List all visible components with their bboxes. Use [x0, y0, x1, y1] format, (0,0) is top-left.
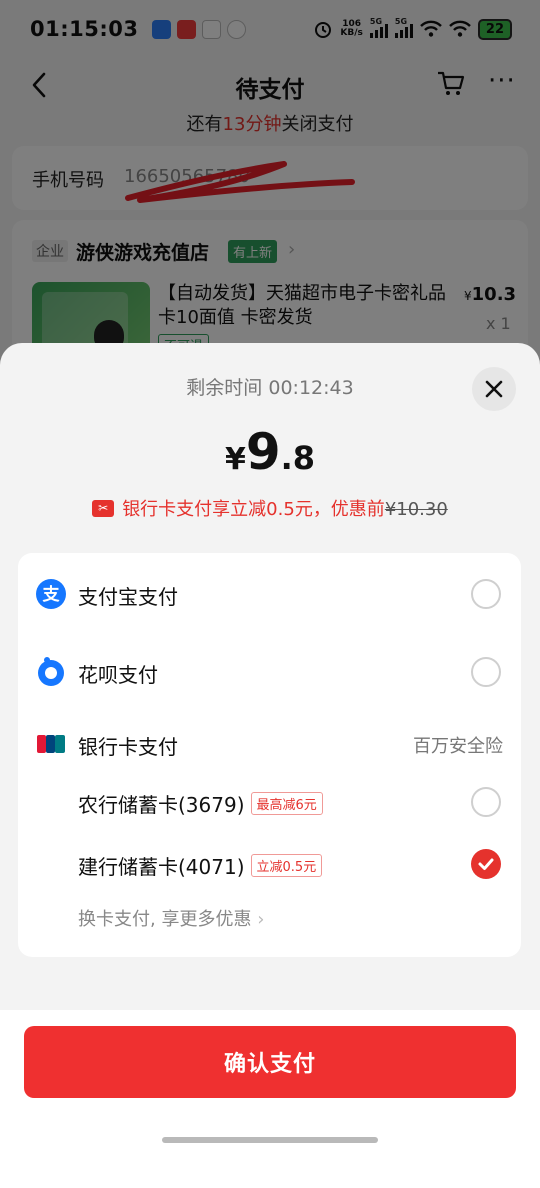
method-label: 支付宝支付: [78, 585, 178, 609]
close-icon: [485, 380, 503, 398]
close-button[interactable]: [472, 367, 516, 411]
coupon-icon: ✂: [92, 499, 115, 517]
card-radio[interactable]: [471, 787, 501, 817]
card-abc[interactable]: 农行储蓄卡(3679) 最高减6元: [18, 777, 521, 827]
method-bank-card: 银行卡支付 百万安全险: [18, 719, 521, 769]
payment-methods: 支 支付宝支付 花呗支付 银行卡支付 百万安全险 农行储蓄卡(3679) 最高减6…: [18, 553, 521, 957]
svg-text:支: 支: [43, 584, 61, 605]
card-radio-checked[interactable]: [471, 849, 501, 879]
method-alipay[interactable]: 支 支付宝支付: [18, 569, 521, 619]
card-promo-tag: 立减0.5元: [250, 854, 323, 877]
home-indicator[interactable]: [162, 1137, 378, 1143]
card-promo-tag: 最高减6元: [250, 792, 323, 815]
method-radio[interactable]: [471, 579, 501, 609]
alipay-icon: 支: [36, 579, 66, 609]
check-icon: [478, 858, 494, 870]
method-label: 银行卡支付: [78, 735, 178, 759]
card-ccb[interactable]: 建行储蓄卡(4071) 立减0.5元: [18, 839, 521, 889]
confirm-area: 确认支付: [0, 1010, 540, 1188]
card-label: 农行储蓄卡(3679) 最高减6元: [78, 789, 323, 818]
payment-amount: ¥9.8: [224, 423, 316, 481]
insurance-note: 百万安全险: [413, 736, 503, 757]
unionpay-icon: [37, 735, 65, 753]
switch-card-link[interactable]: 换卡支付, 享更多优惠 ›: [78, 905, 264, 931]
method-radio[interactable]: [471, 657, 501, 687]
huabei-icon: [38, 657, 64, 686]
remaining-time: 剩余时间 00:12:43: [186, 377, 354, 399]
method-huabei[interactable]: 花呗支付: [18, 647, 521, 697]
card-label: 建行储蓄卡(4071) 立减0.5元: [78, 851, 323, 880]
original-price: ¥10.30: [384, 499, 448, 520]
discount-info: ✂ 银行卡支付享立减0.5元，优惠前¥10.30: [0, 495, 540, 521]
method-label: 花呗支付: [78, 663, 158, 687]
payment-sheet: 剩余时间 00:12:43 ¥9.8 ✂ 银行卡支付享立减0.5元，优惠前¥10…: [0, 343, 540, 1188]
confirm-pay-button[interactable]: 确认支付: [24, 1026, 516, 1098]
chevron-right-icon: ›: [257, 909, 265, 930]
